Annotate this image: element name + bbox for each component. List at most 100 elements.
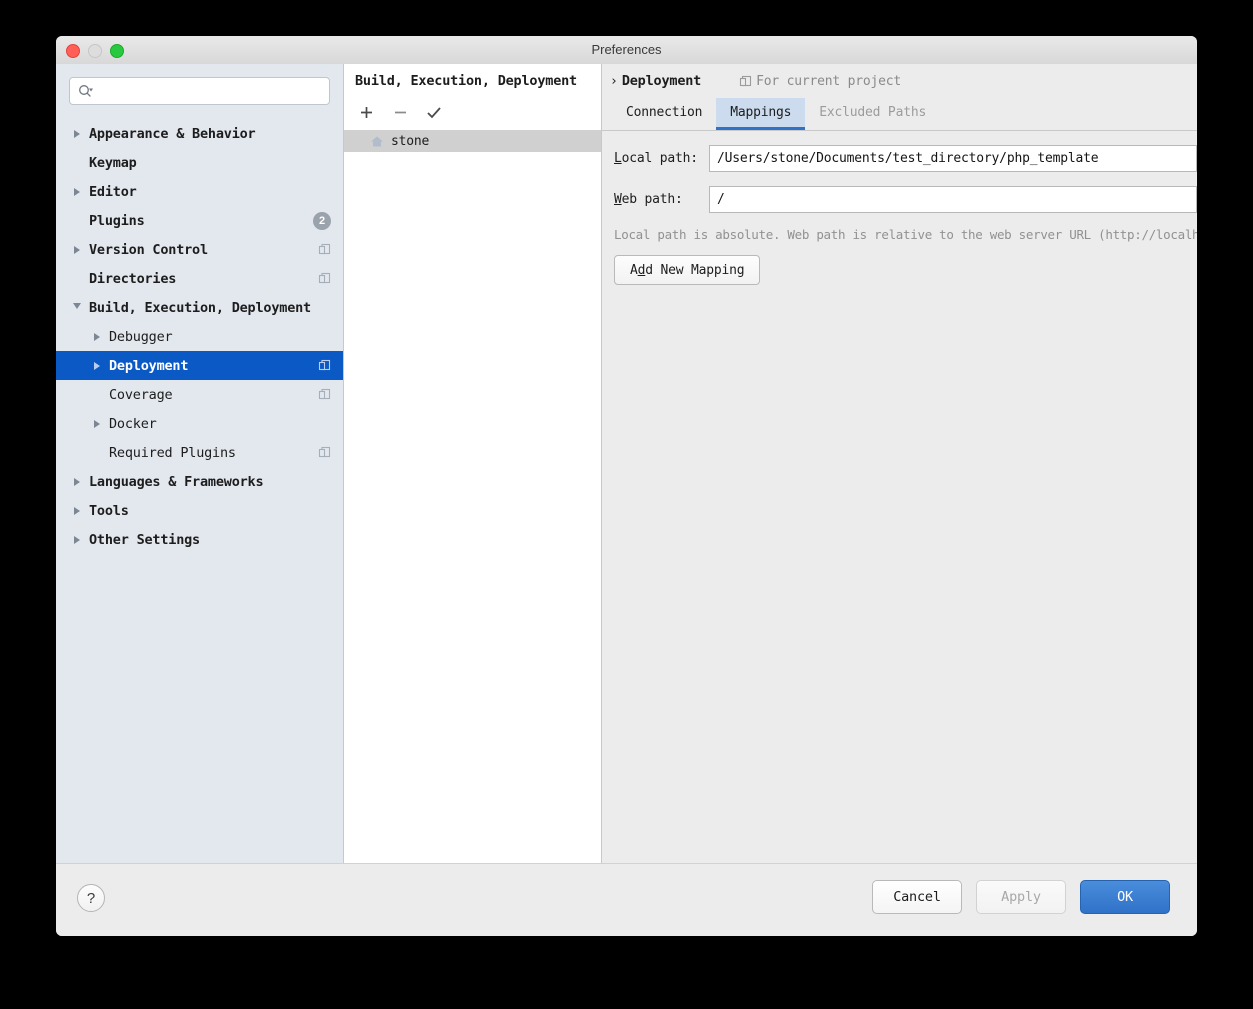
- help-button[interactable]: ?: [77, 884, 105, 912]
- chevron-right-icon[interactable]: [70, 535, 84, 544]
- local-path-input[interactable]: /Users/stone/Documents/test_directory/ph…: [709, 145, 1197, 172]
- plus-icon[interactable]: [356, 102, 376, 122]
- deployment-servers-panel: Build, Execution, Deployment stone: [344, 64, 602, 898]
- project-scope-icon: [318, 272, 331, 285]
- project-scope-icon: [318, 243, 331, 256]
- project-scope-label: For current project: [756, 73, 902, 89]
- search-input[interactable]: [97, 83, 321, 99]
- mappings-form: Local path: /Users/stone/Documents/test_…: [602, 131, 1197, 285]
- add-mapping-prefix: A: [630, 262, 638, 278]
- sidebar-item-label: Plugins: [89, 212, 145, 229]
- checkmark-icon[interactable]: [424, 102, 444, 122]
- add-new-mapping-button[interactable]: Add New Mapping: [614, 255, 761, 285]
- sidebar-item-directories[interactable]: Directories: [56, 264, 343, 293]
- window-body: Appearance & Behavior Keymap Editor Plugins…: [56, 64, 1197, 898]
- sidebar-item-deployment[interactable]: Deployment: [56, 351, 343, 380]
- project-scope-icon: [318, 446, 331, 459]
- tab-label: Connection: [626, 105, 703, 120]
- sidebar-item-debugger[interactable]: Debugger: [56, 322, 343, 351]
- sidebar-item-version-control[interactable]: Version Control: [56, 235, 343, 264]
- cancel-button[interactable]: Cancel: [872, 880, 962, 914]
- sidebar-item-coverage[interactable]: Coverage: [56, 380, 343, 409]
- add-mapping-suffix: d New Mapping: [645, 262, 745, 278]
- sidebar-item-label: Appearance & Behavior: [89, 125, 256, 142]
- sidebar-item-label: Coverage: [109, 386, 173, 403]
- chevron-right-icon[interactable]: [70, 245, 84, 254]
- sidebar-item-languages-frameworks[interactable]: Languages & Frameworks: [56, 467, 343, 496]
- local-path-mnemonic: L: [614, 151, 622, 166]
- server-list: stone: [344, 130, 601, 152]
- tab-label: Excluded Paths: [819, 105, 927, 120]
- minus-icon[interactable]: [390, 102, 410, 122]
- sidebar-item-label: Directories: [89, 270, 177, 287]
- chevron-right-icon[interactable]: [70, 506, 84, 515]
- local-path-label-text: ocal path:: [621, 151, 698, 166]
- chevron-right-icon[interactable]: [70, 477, 84, 486]
- sidebar-item-label: Debugger: [109, 328, 173, 345]
- project-scope-icon: [740, 75, 752, 86]
- settings-tree: Appearance & Behavior Keymap Editor Plugins…: [56, 119, 343, 554]
- apply-button[interactable]: Apply: [976, 880, 1066, 914]
- sidebar-item-label: Version Control: [89, 241, 208, 258]
- home-icon: [370, 135, 384, 148]
- dialog-buttons: Cancel Apply OK: [872, 880, 1170, 914]
- settings-sidebar: Appearance & Behavior Keymap Editor Plugins…: [56, 64, 344, 898]
- search-field[interactable]: [69, 77, 330, 105]
- tab-mappings[interactable]: Mappings: [716, 98, 806, 130]
- ok-button[interactable]: OK: [1080, 880, 1170, 914]
- local-path-row: Local path: /Users/stone/Documents/test_…: [614, 145, 1197, 172]
- sidebar-item-build-execution-deployment[interactable]: Build, Execution, Deployment: [56, 293, 343, 322]
- sidebar-item-appearance-behavior[interactable]: Appearance & Behavior: [56, 119, 343, 148]
- chevron-right-icon[interactable]: [70, 187, 84, 196]
- sidebar-item-docker[interactable]: Docker: [56, 409, 343, 438]
- project-scope-icon: [318, 359, 331, 372]
- sidebar-item-label: Languages & Frameworks: [89, 473, 264, 490]
- chevron-down-icon[interactable]: [70, 302, 84, 313]
- sidebar-item-label: Keymap: [89, 154, 137, 171]
- list-item[interactable]: stone: [344, 130, 601, 152]
- web-path-label-text: eb path:: [621, 192, 683, 207]
- chevron-right-icon[interactable]: [70, 129, 84, 138]
- sidebar-item-label: Editor: [89, 183, 137, 200]
- tab-excluded-paths[interactable]: Excluded Paths: [805, 98, 940, 130]
- sidebar-item-plugins[interactable]: Plugins 2: [56, 206, 343, 235]
- web-path-mnemonic: W: [614, 192, 622, 207]
- web-path-label: Web path:: [614, 192, 709, 207]
- middle-panel-header: Build, Execution, Deployment: [344, 64, 601, 98]
- project-scope-icon: [318, 388, 331, 401]
- web-path-row: Web path: /: [614, 186, 1197, 213]
- sidebar-item-required-plugins[interactable]: Required Plugins: [56, 438, 343, 467]
- window-titlebar: Preferences: [56, 36, 1197, 65]
- sidebar-item-label: Docker: [109, 415, 157, 432]
- sidebar-item-label: Tools: [89, 502, 129, 519]
- plugins-count-badge: 2: [313, 211, 331, 230]
- dialog-footer: ? Cancel Apply OK: [56, 863, 1197, 936]
- tab-label: Mappings: [730, 105, 792, 120]
- sidebar-item-editor[interactable]: Editor: [56, 177, 343, 206]
- window-title: Preferences: [591, 42, 662, 57]
- details-tabs: Connection Mappings Excluded Paths: [602, 98, 1197, 131]
- sidebar-item-keymap[interactable]: Keymap: [56, 148, 343, 177]
- breadcrumb-current: Deployment: [621, 73, 702, 89]
- chevron-right-icon[interactable]: [90, 419, 104, 428]
- local-path-label: Local path:: [614, 151, 709, 166]
- sidebar-item-other-settings[interactable]: Other Settings: [56, 525, 343, 554]
- breadcrumb: › Deployment For current project: [602, 64, 1197, 98]
- deployment-details-panel: › Deployment For current project Connect…: [602, 64, 1197, 898]
- sidebar-item-label: Deployment: [109, 357, 189, 374]
- chevron-right-icon[interactable]: [90, 332, 104, 341]
- sidebar-item-label: Required Plugins: [109, 444, 236, 461]
- sidebar-item-label: Other Settings: [89, 531, 200, 548]
- servers-toolbar: [344, 98, 601, 126]
- tab-connection[interactable]: Connection: [612, 98, 716, 130]
- sidebar-item-tools[interactable]: Tools: [56, 496, 343, 525]
- breadcrumb-separator: ›: [610, 73, 618, 89]
- section-title: Build, Execution, Deployment: [355, 73, 577, 89]
- add-mapping-mnemonic: d: [637, 262, 646, 278]
- preferences-window: Preferences Appearance & Behavior Keymap E…: [56, 36, 1197, 936]
- sidebar-item-label: Build, Execution, Deployment: [89, 299, 311, 316]
- project-scope-note: For current project: [739, 74, 901, 89]
- chevron-right-icon[interactable]: [90, 361, 104, 370]
- mappings-hint: Local path is absolute. Web path is rela…: [614, 227, 1197, 242]
- web-path-input[interactable]: /: [709, 186, 1197, 213]
